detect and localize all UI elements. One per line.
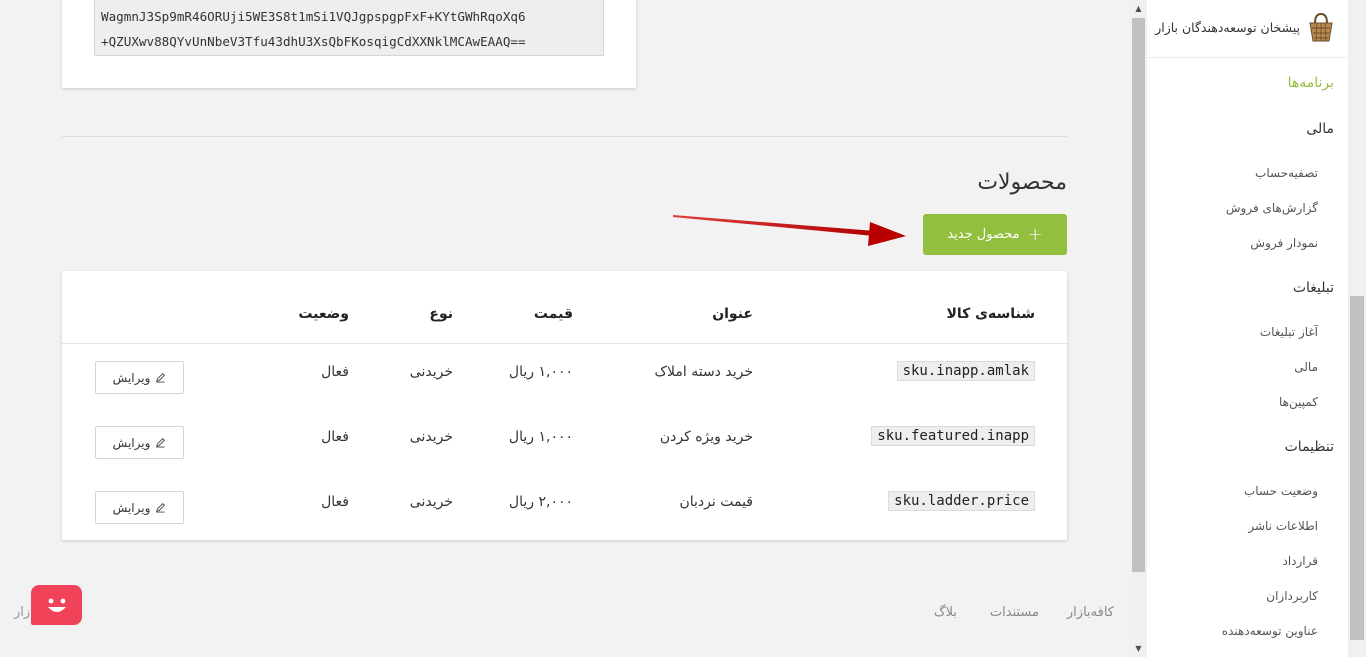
sidebar: پیشخان توسعه‌دهندگان بازار برنامه‌ها مال… (1147, 0, 1348, 657)
sku-code: sku.ladder.price (888, 491, 1035, 511)
sidebar-item-sales-chart[interactable]: نمودار فروش (1250, 236, 1318, 250)
sku-code: sku.featured.inapp (871, 426, 1035, 446)
public-key-box[interactable]: WagmnJ3Sp9mR46ORUji5WE3S8t1mSi1VQJgpspgp… (94, 0, 604, 56)
sidebar-item-start-ads[interactable]: آغاز تبلیغات (1260, 325, 1318, 339)
table-row: sku.ladder.price قیمت نردبان ۲,۰۰۰ ریال … (62, 474, 1067, 539)
product-title: خرید دسته املاک (654, 364, 754, 380)
sidebar-item-apps[interactable]: برنامه‌ها (1288, 75, 1334, 91)
sidebar-item-sales-reports[interactable]: گزارش‌های فروش (1226, 201, 1318, 215)
product-type: خریدنی (409, 429, 453, 445)
brand[interactable]: پیشخان توسعه‌دهندگان بازار (1155, 8, 1334, 46)
main-scrollbar-thumb[interactable] (1132, 18, 1145, 572)
column-header-title: عنوان (712, 306, 753, 322)
sku-code: sku.inapp.amlak (896, 361, 1035, 381)
annotation-arrow (673, 215, 906, 246)
sidebar-section-ads: تبلیغات (1292, 280, 1334, 296)
product-status: فعال (321, 494, 349, 510)
product-price: ۱,۰۰۰ ریال (508, 364, 573, 380)
column-header-price: قیمت (533, 306, 573, 322)
footer-link-docs[interactable]: مستندات (990, 605, 1039, 620)
chat-icon[interactable] (31, 585, 82, 625)
edit-button[interactable]: ویرایش (95, 426, 184, 459)
footer-link-blog[interactable]: بلاگ (934, 605, 957, 620)
sidebar-item-developer-titles[interactable]: عناوین توسعه‌دهنده (1222, 624, 1318, 638)
product-status: فعال (321, 429, 349, 445)
sidebar-section-settings: تنظیمات (1284, 439, 1334, 455)
section-divider (62, 136, 1067, 137)
table-row: sku.featured.inapp خرید ویژه کردن ۱,۰۰۰ … (62, 409, 1067, 474)
product-type: خریدنی (409, 494, 453, 510)
new-product-button[interactable]: + محصول جدید (923, 214, 1067, 255)
table-header-row: شناسه‌ی کالا عنوان قیمت نوع وضعیت (62, 271, 1067, 344)
sidebar-item-users[interactable]: کاربردازان (1266, 589, 1318, 603)
sidebar-scrollbar-thumb[interactable] (1350, 296, 1364, 640)
scroll-up-arrow-icon[interactable]: ▲ (1130, 0, 1147, 17)
brand-divider (1147, 57, 1348, 58)
pencil-icon (156, 438, 166, 448)
product-price: ۱,۰۰۰ ریال (508, 429, 573, 445)
key-line-1: WagmnJ3Sp9mR46ORUji5WE3S8t1mSi1VQJgpspgp… (101, 9, 526, 24)
pencil-icon (156, 503, 166, 513)
sidebar-item-publisher-info[interactable]: اطلاعات ناشر (1248, 519, 1318, 533)
edit-label: ویرایش (112, 370, 151, 385)
sidebar-item-contract[interactable]: قرارداد (1282, 554, 1318, 568)
pencil-icon (156, 373, 166, 383)
sidebar-item-account-status[interactable]: وضعیت حساب (1244, 484, 1318, 498)
product-price: ۲,۰۰۰ ریال (508, 494, 573, 510)
public-key-card: WagmnJ3Sp9mR46ORUji5WE3S8t1mSi1VQJgpspgp… (62, 0, 636, 88)
sidebar-item-campaigns[interactable]: کمپین‌ها (1279, 395, 1318, 409)
edit-label: ویرایش (112, 500, 151, 515)
edit-label: ویرایش (112, 435, 151, 450)
edit-button[interactable]: ویرایش (95, 491, 184, 524)
product-title: قیمت نردبان (679, 494, 753, 510)
product-type: خریدنی (409, 364, 453, 380)
brand-title: پیشخان توسعه‌دهندگان بازار (1155, 19, 1300, 35)
product-status: فعال (321, 364, 349, 380)
sidebar-item-settlement[interactable]: تصفیه‌حساب (1255, 166, 1318, 180)
footer-link-cafebazaar[interactable]: کافه‌بازار (1067, 605, 1114, 620)
product-title: خرید ویژه کردن (659, 429, 753, 445)
sidebar-section-finance: مالی (1306, 121, 1334, 137)
sidebar-item-ads-finance[interactable]: مالی (1294, 360, 1318, 374)
column-header-status: وضعیت (298, 306, 349, 322)
products-table: شناسه‌ی کالا عنوان قیمت نوع وضعیت sku.in… (62, 271, 1067, 540)
column-header-sku: شناسه‌ی کالا (946, 306, 1035, 322)
key-line-2: +QZUXwv88QYvUnNbeV3Tfu43dhU3XsQbFKosqigC… (101, 34, 526, 49)
table-row: sku.inapp.amlak خرید دسته املاک ۱,۰۰۰ ری… (62, 344, 1067, 409)
plus-icon: + (1027, 223, 1043, 245)
edit-button[interactable]: ویرایش (95, 361, 184, 394)
column-header-type: نوع (429, 306, 453, 322)
new-product-label: محصول جدید (947, 227, 1020, 242)
products-title: محصولات (977, 170, 1067, 195)
bazaar-basket-icon (1309, 12, 1333, 42)
scroll-down-arrow-icon[interactable]: ▼ (1130, 640, 1147, 657)
